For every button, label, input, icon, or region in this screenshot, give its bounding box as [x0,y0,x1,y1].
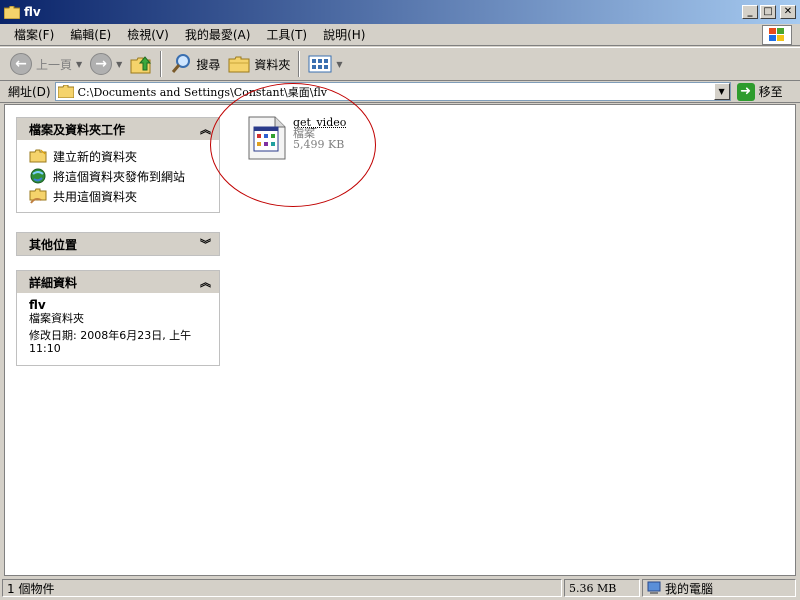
chevron-down-icon[interactable]: ▼ [336,60,342,69]
windows-logo-icon [762,25,792,45]
toolbar: ← 上一頁 ▼ → ▼ 搜尋 資料夾 ▼ [0,47,800,81]
detail-folder-type: 檔案資料夾 [29,312,84,325]
window-title: flv [24,5,41,19]
status-bar: 1 個物件 5.36 MB 我的電腦 [0,576,800,600]
maximize-button[interactable]: □ [760,5,776,19]
search-button[interactable]: 搜尋 [166,50,224,78]
status-location: 我的電腦 [642,579,796,597]
menu-tools[interactable]: 工具(T) [258,26,315,43]
details-panel-header[interactable]: 詳細資料 ︽ [17,271,219,293]
task-label: 建立新的資料夾 [53,149,138,164]
forward-button[interactable]: → ▼ [86,50,126,78]
folders-icon [228,56,250,73]
search-label: 搜尋 [196,57,221,72]
folder-icon [57,85,74,98]
menu-bar: 檔案(F) 編輯(E) 檢視(V) 我的最愛(A) 工具(T) 說明(H) [0,24,800,46]
up-folder-icon [130,56,152,74]
status-object-count: 1 個物件 [2,579,562,597]
minimize-button[interactable]: _ [742,5,758,19]
back-button[interactable]: ← 上一頁 ▼ [6,50,86,78]
title-bar[interactable]: flv _ □ ✕ [0,0,800,24]
task-label: 將這個資料夾發佈到網站 [53,169,186,184]
folders-button[interactable]: 資料夾 [224,50,294,78]
folder-icon [4,5,20,19]
other-places-title: 其他位置 [29,237,78,252]
forward-arrow-icon: → [90,53,113,75]
address-dropdown-button[interactable]: ▼ [713,83,730,100]
address-input[interactable]: C:\Documents and Settings\Constant\桌面\fl… [54,82,731,101]
publish-web-icon [29,168,47,184]
go-label: 移至 [758,85,783,99]
back-label: 上一頁 [36,57,73,72]
folder-view[interactable]: 檔案及資料夾工作 ︽ 建立新的資料夾 將這個資料夾發佈到網站 共用這個資料夾 其… [4,83,796,576]
task-publish-folder[interactable]: 將這個資料夾發佈到網站 [29,166,207,186]
task-new-folder[interactable]: 建立新的資料夾 [29,146,207,166]
tasks-panel-header[interactable]: 檔案及資料夾工作 ︽ [17,118,219,140]
go-arrow-icon: ➜ [736,82,755,101]
other-places-panel: 其他位置 ︾ [16,232,220,256]
views-icon [308,55,332,73]
toolbar-separator [298,51,301,77]
collapse-chevron-icon[interactable]: ︽ [200,274,211,290]
detail-folder-name: flv [29,298,46,312]
collapse-chevron-icon[interactable]: ︽ [200,121,211,137]
search-icon [172,54,191,73]
address-bar: 網址(D) C:\Documents and Settings\Constant… [0,81,800,103]
new-folder-icon [29,148,47,164]
expand-chevron-icon[interactable]: ︾ [200,236,211,252]
chevron-down-icon[interactable]: ▼ [116,60,122,69]
chevron-down-icon[interactable]: ▼ [76,60,82,69]
task-label: 共用這個資料夾 [53,189,138,204]
file-size: 5,499 KB [293,138,345,151]
details-panel-title: 詳細資料 [29,275,78,290]
address-path: C:\Documents and Settings\Constant\桌面\fl… [77,85,327,99]
menu-favorites[interactable]: 我的最愛(A) [177,26,259,43]
folders-label: 資料夾 [254,57,291,72]
status-size: 5.36 MB [564,579,640,597]
up-folder-button[interactable] [126,50,156,78]
back-arrow-icon: ← [10,53,32,75]
address-label: 網址(D) [8,85,51,99]
file-folder-tasks-panel: 檔案及資料夾工作 ︽ 建立新的資料夾 將這個資料夾發佈到網站 共用這個資料夾 [16,117,220,213]
views-button[interactable]: ▼ [304,50,346,78]
menu-edit[interactable]: 編輯(E) [62,26,119,43]
share-folder-icon [29,188,47,204]
toolbar-separator [160,51,163,77]
other-places-header[interactable]: 其他位置 ︾ [17,233,219,255]
go-button[interactable]: ➜ 移至 [736,82,783,101]
generic-file-icon [245,113,289,161]
status-location-label: 我的電腦 [665,581,714,596]
close-button[interactable]: ✕ [780,5,796,19]
menu-file[interactable]: 檔案(F) [6,26,62,43]
detail-modified-date: 修改日期: 2008年6月23日, 上午 11:10 [29,329,192,355]
details-panel: 詳細資料 ︽ flv 檔案資料夾 修改日期: 2008年6月23日, 上午 11… [16,270,220,366]
my-computer-icon [647,581,661,594]
menu-help[interactable]: 說明(H) [315,26,373,43]
tasks-panel-title: 檔案及資料夾工作 [29,122,126,137]
menu-view[interactable]: 檢視(V) [119,26,177,43]
task-share-folder[interactable]: 共用這個資料夾 [29,186,207,206]
file-item-get-video[interactable]: get_video 檔案 5,499 KB [245,113,346,161]
